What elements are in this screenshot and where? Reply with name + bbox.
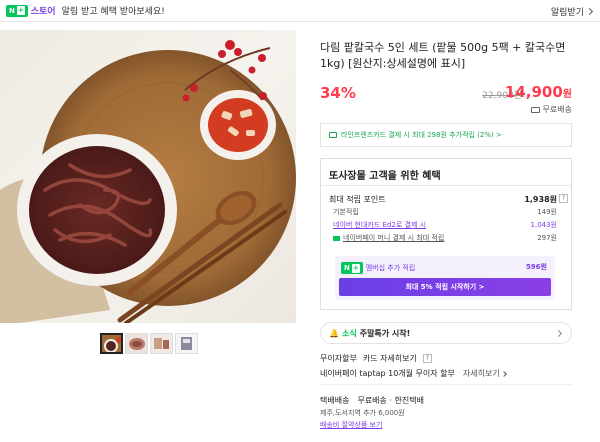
thumbnail-3[interactable] [150,333,173,354]
max-points-label: 최대 적립 포인트 [329,195,386,204]
receive-alarm-link[interactable]: 알림받기 [550,5,594,18]
npay-points-text: 네이버페이 머니 결제 시 최대 적립 [343,234,445,242]
thumbnail-3-image [151,334,172,353]
badge-n: N [9,6,15,15]
membership-badge-n: N [344,264,350,272]
taptap-detail-link[interactable]: 자세히보기 [462,368,507,379]
badge-plus: + [16,6,25,15]
shipping-saving-link[interactable]: 배송비 절약상품 보기 [320,420,382,430]
membership-value: 596원 [525,263,547,271]
membership-label-text: 멤버십 추가 적립 [365,264,416,272]
delivery-row: 택배배송 무료배송 · 한진택배 [320,395,424,406]
shipping-badge: 무료배송 [530,104,572,115]
installment-label: 무이자할부 [320,354,357,363]
naver-plus-badge: N + [6,4,28,17]
shipping-text: 무료배송 [542,105,572,114]
basic-points-value: 149원 [537,208,557,216]
credit-card-icon [329,132,337,138]
divider [320,384,572,385]
delivery-detail: 무료배송 · 한진택배 [357,396,424,405]
npay-points-value: 297원 [537,234,557,242]
thumbnail-4-image [176,334,197,353]
notification-message: 알림 받고 혜택 받아보세요! [61,7,165,17]
product-title: 다림 팥칼국수 5인 세트 (팥물 500g 5팩 + 칼국수면 1kg) [원… [320,41,566,70]
sale-price: 14,900원 [505,83,572,101]
naver-plus-membership-icon: N + [341,262,363,274]
naverpay-icon [333,235,340,241]
news-title: 소식 [341,328,357,338]
receive-alarm-label: 알림받기 [550,8,584,18]
max-points-value: 1,938원 [524,195,557,204]
thumbnail-1[interactable] [100,333,123,354]
thumbnail-1-image [102,335,121,352]
npay-points-row[interactable]: 네이버페이 머니 결제 시 최대 적립 297원 [321,231,571,244]
product-photo-illustration [0,40,296,323]
product-info: 다림 팥칼국수 5인 세트 (팥물 500g 5팩 + 칼국수면 1kg) [원… [320,40,572,114]
store-news-banner[interactable]: 🔔 소식 주말특가 시작! [320,322,572,344]
chevron-right-icon [500,370,507,377]
membership-badge-plus: + [351,263,360,273]
thumbnail-2[interactable] [125,333,148,354]
benefit-heading: 또사장몰 고객을 위한 혜택 [321,159,571,186]
store-label: 스토어 [30,7,56,17]
card-points-value: 1,043원 [530,221,557,229]
max-points-row: 최대 적립 포인트 1,938원 ? [321,192,571,205]
start-membership-button[interactable]: 최대 5% 적립 시작하기 > [339,278,551,296]
membership-panel: N + 멤버십 추가 적립 596원 최대 5% 적립 시작하기 > [335,256,555,300]
discount-rate: 34% [320,84,356,102]
help-icon[interactable]: ? [422,354,432,363]
thumbnail-2-image [126,334,147,353]
npay-points-label: 네이버페이 머니 결제 시 최대 적립 [333,233,444,243]
sale-price-value: 14,900 [504,83,563,101]
taptap-text: 네이버페이 taptap 10개월 무이자 할부 [320,369,455,378]
chevron-right-icon [585,7,594,16]
delivery-extra-fee: 제주,도서지역 추가 6,000원 [320,409,405,417]
basic-points-row: 기본적립 149원 [321,205,571,218]
installment-row: 무이자할부 카드 자세히보기 ? [320,353,432,364]
naver-plus-store-logo: N + 스토어 [6,4,56,17]
chevron-right-icon [554,329,563,338]
product-main-image[interactable] [0,30,296,323]
card-detail-link[interactable]: 카드 자세히보기 [363,353,417,364]
thumbnail-strip [100,333,198,354]
card-promo-text: 라인프렌즈카드 결제 시 최대 298원 추가적립 (2%) > [341,131,502,139]
card-points-label: 네이버 현대카드 Ed2로 결제 시 [333,221,427,229]
sale-price-unit: 원 [562,89,572,100]
delivery-label: 택배배송 [320,396,350,405]
card-points-row[interactable]: 네이버 현대카드 Ed2로 결제 시 1,043원 [321,218,571,231]
bell-icon: 🔔 [329,328,339,338]
news-text: 주말특가 시작! [359,328,411,338]
card-promo-banner[interactable]: 라인프렌즈카드 결제 시 최대 298원 추가적립 (2%) > [320,123,572,147]
basic-points-label: 기본적립 [333,208,359,216]
top-banner: N + 스토어 알림 받고 혜택 받아보세요! 알림받기 [0,0,600,22]
taptap-detail-text: 자세히보기 [462,369,500,378]
taptap-row: 네이버페이 taptap 10개월 무이자 할부 자세히보기 [320,368,507,379]
truck-icon [530,106,540,113]
help-icon[interactable]: ? [559,194,568,203]
price-row: 34% 22,900원 14,900원 [320,82,572,106]
membership-label: N + 멤버십 추가 적립 [341,262,415,274]
thumbnail-4[interactable] [175,333,198,354]
